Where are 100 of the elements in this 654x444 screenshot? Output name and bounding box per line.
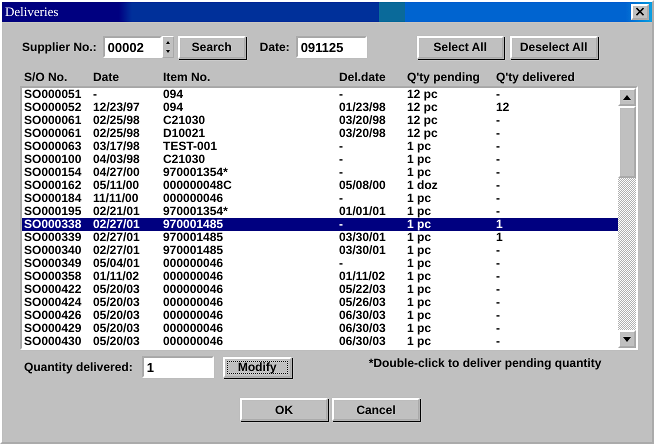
list-cell-text: 06/30/03 [339, 335, 387, 348]
list-cell-text: 02/27/01 [93, 231, 141, 244]
list-cell-text: 05/20/03 [93, 296, 141, 309]
list-cell-text: SO000424 [24, 296, 82, 309]
list-cell-text: SO000061 [24, 127, 82, 140]
list-cell-text: 05/08/00 [339, 179, 387, 192]
list-row[interactable]: SO000063 03/17/98 TEST-001 - 1 pc - [22, 140, 618, 153]
list-cell: - [496, 153, 500, 166]
list-cell-text: 094 [163, 101, 184, 114]
list-cell: 12 [496, 101, 510, 114]
list-row[interactable]: SO000430 05/20/03 000000046 06/30/03 1 pc - [22, 335, 618, 348]
list-row[interactable]: SO000429 05/20/03 000000046 06/30/03 1 pc - [22, 322, 618, 335]
list-cell-text: 1 pc [407, 166, 432, 179]
quantity-field[interactable]: 1 [142, 356, 214, 378]
list-cell-text: 05/20/03 [93, 283, 141, 296]
list-cell-text: 03/20/98 [339, 114, 387, 127]
list-cell-text: 05/26/03 [339, 296, 387, 309]
list-row[interactable]: SO000422 05/20/03 000000046 05/22/03 1 pc - [22, 283, 618, 296]
spin-button[interactable] [162, 36, 174, 58]
deselect-all-button[interactable]: Deselect All [510, 36, 598, 58]
list-row[interactable]: SO000426 05/20/03 000000046 06/30/03 1 pc - [22, 309, 618, 322]
selected-row[interactable]: SO000338 02/27/01 970001485 - 1 pc 1 [22, 218, 618, 231]
list-row[interactable]: SO000349 05/04/01 000000046 - 1 pc - [22, 257, 618, 270]
list-cell-text: 12 pc [407, 114, 439, 127]
date-label: Date: [260, 40, 290, 54]
list-cell-text: SO000154 [24, 166, 82, 179]
list-cell-text: 1 pc [407, 218, 432, 231]
hint-text: *Double-click to deliver pending quantity [368, 356, 602, 370]
list-cell-text: 000000046 [163, 309, 224, 322]
list-cell-text: 000000046 [163, 296, 224, 309]
modify-button[interactable]: Modify [222, 356, 292, 378]
column-header: Date [93, 70, 120, 84]
list-row[interactable]: SO000340 02/27/01 970001485 03/30/01 1 pc - [22, 244, 618, 257]
list-cell: 1 [496, 218, 503, 231]
list-cell-text: 01/11/02 [93, 270, 140, 283]
list-cell-text: 01/01/01 [339, 205, 387, 218]
list-cell-text: 1 pc [407, 140, 432, 153]
scroll-up-button[interactable] [618, 88, 636, 106]
search-button[interactable]: Search [178, 36, 246, 58]
supplier-field[interactable]: 00002 [102, 36, 162, 58]
list-cell: 1 [496, 231, 503, 244]
list-cell-text: 01/23/98 [339, 101, 387, 114]
quantity-label: Quantity delivered: [24, 360, 133, 374]
list-row[interactable]: SO000184 11/11/00 000000046 - 1 pc - [22, 192, 618, 205]
scrollbar[interactable] [618, 88, 636, 348]
list-cell: - [496, 296, 500, 309]
list-cell-text: 12/23/97 [93, 101, 141, 114]
list-row[interactable]: SO000339 02/27/01 970001485 03/30/01 1 pc 1 [22, 231, 618, 244]
scroll-down-button[interactable] [618, 330, 636, 348]
list-row[interactable]: SO000195 02/21/01 970001354* 01/01/01 1 pc - [22, 205, 618, 218]
list-cell-text: SO000195 [24, 205, 82, 218]
list-row[interactable]: SO000424 05/20/03 000000046 05/26/03 1 pc - [22, 296, 618, 309]
list-cell: - [496, 270, 500, 283]
list-row[interactable]: SO000154 04/27/00 970001354* - 1 pc - [22, 166, 618, 179]
column-header: Item No. [163, 70, 212, 84]
list-cell: - [496, 166, 500, 179]
list-cell-text: 06/30/03 [339, 322, 387, 335]
list-cell: - [496, 322, 500, 335]
list-row[interactable]: SO000052 12/23/97 094 01/23/98 12 pc 12 [22, 101, 618, 114]
list-cell-text: 094 [163, 88, 184, 101]
list-cell-text: 12 pc [407, 101, 439, 114]
list-cell-text: 970001485 [163, 244, 224, 257]
list-cell-text: - [339, 166, 344, 179]
date-field[interactable]: 091125 [296, 36, 367, 58]
list-cell: - [496, 88, 500, 101]
supplier-label: Supplier No.: [22, 40, 97, 54]
dialog-button[interactable]: Cancel [332, 398, 420, 421]
list-row[interactable]: SO000061 02/25/98 D10021 03/20/98 12 pc - [22, 127, 618, 140]
list-cell-text: 03/17/98 [93, 140, 141, 153]
list-cell-text: SO000430 [24, 335, 82, 348]
list-row[interactable]: SO000162 05/11/00 000000048C 05/08/00 1 doz - [22, 179, 618, 192]
list-cell: - [496, 244, 500, 257]
list-cell-text: SO000338 [24, 218, 82, 231]
list-cell-text: 000000046 [163, 257, 224, 270]
list-cell-text: 03/20/98 [339, 127, 387, 140]
list-cell-text: 06/30/03 [339, 309, 387, 322]
list-cell-text: 1 pc [407, 335, 432, 348]
list-row[interactable]: SO000061 02/25/98 C21030 03/20/98 12 pc - [22, 114, 618, 127]
dialog-button[interactable]: OK [240, 398, 328, 421]
list-cell-text: SO000051 [24, 88, 82, 101]
list-cell: - [496, 283, 500, 296]
list-row[interactable]: SO000100 04/03/98 C21030 - 1 pc - [22, 153, 618, 166]
close-button[interactable]: × [631, 4, 649, 20]
list-cell: - [496, 257, 500, 270]
list-cell-text: 01/11/02 [339, 270, 386, 283]
list-cell-text: 1 pc [407, 244, 432, 257]
list-row[interactable]: SO000358 01/11/02 000000046 01/11/02 1 pc - [22, 270, 618, 283]
list-cell-text: 02/21/01 [93, 205, 141, 218]
list-cell-text: SO000100 [24, 153, 82, 166]
up-arrow-icon [623, 94, 631, 100]
list-cell-text: 05/20/03 [93, 322, 141, 335]
select-all-button[interactable]: Select All [416, 36, 504, 58]
list-cell-text: 970001354* [163, 166, 229, 179]
scroll-thumb[interactable] [618, 106, 636, 178]
list-cell: - [496, 205, 500, 218]
list-cell-text: 000000046 [163, 270, 224, 283]
list-row[interactable]: SO000051 - 094 - 12 pc - [22, 88, 618, 101]
list-cell-text: SO000340 [24, 244, 82, 257]
list-cell: - [496, 309, 500, 322]
list-cell-text: 970001485 [163, 231, 224, 244]
